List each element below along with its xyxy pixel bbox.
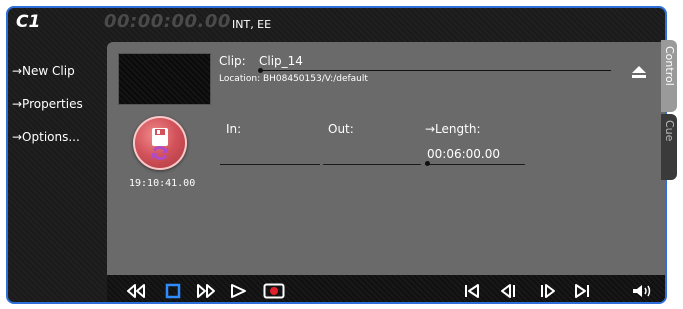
channel-label: C1 <box>16 12 41 32</box>
sidebar-item-options[interactable]: →Options... <box>12 130 80 144</box>
sidebar-item-properties[interactable]: →Properties <box>12 97 83 111</box>
clip-panel: Clip: Clip_14 Location: BH08450153/V:/de… <box>107 42 665 275</box>
eject-icon[interactable] <box>631 64 647 78</box>
record-disk-icon <box>152 128 168 160</box>
clip-dot <box>258 68 263 73</box>
length-field[interactable] <box>425 164 525 165</box>
record-time: 19:10:41.00 <box>129 178 196 189</box>
length-label[interactable]: →Length: <box>425 122 481 136</box>
volume-icon[interactable] <box>631 283 651 299</box>
clip-thumbnail[interactable] <box>118 53 211 105</box>
out-field[interactable] <box>323 164 421 165</box>
go-to-start-icon[interactable] <box>463 283 483 299</box>
rewind-icon[interactable] <box>125 283 145 299</box>
in-label: In: <box>226 122 242 136</box>
step-back-icon[interactable] <box>499 283 519 299</box>
tab-control[interactable]: Control <box>661 40 677 112</box>
tab-control-label: Control <box>663 46 676 86</box>
out-label: Out: <box>328 122 354 136</box>
go-to-end-icon[interactable] <box>573 283 593 299</box>
sidebar-item-new-clip[interactable]: →New Clip <box>12 64 75 78</box>
stop-icon[interactable] <box>165 283 185 299</box>
length-value[interactable]: 00:06:00.00 <box>427 147 500 161</box>
length-dot <box>425 161 430 166</box>
record-clip-button[interactable] <box>133 116 187 170</box>
record-icon[interactable] <box>263 283 285 299</box>
clip-name-underline <box>259 70 611 71</box>
sidebar: →New Clip →Properties →Options... <box>8 48 104 298</box>
clip-location: Location: BH08450153/V:/default <box>219 74 368 84</box>
tab-cue[interactable]: Cue <box>661 114 677 180</box>
clip-name[interactable]: Clip_14 <box>259 54 303 68</box>
play-icon[interactable] <box>229 283 249 299</box>
tab-cue-label: Cue <box>663 120 676 142</box>
transport-bar <box>107 275 665 302</box>
step-forward-icon[interactable] <box>539 283 559 299</box>
fast-forward-icon[interactable] <box>195 283 215 299</box>
clip-label: Clip: <box>219 54 246 68</box>
in-field[interactable] <box>220 164 320 165</box>
player-window: C1 00:00:00.00 INT, EE →New Clip →Proper… <box>6 6 667 304</box>
timecode-display: 00:00:00.00 <box>104 11 231 32</box>
mode-label: INT, EE <box>232 18 272 31</box>
